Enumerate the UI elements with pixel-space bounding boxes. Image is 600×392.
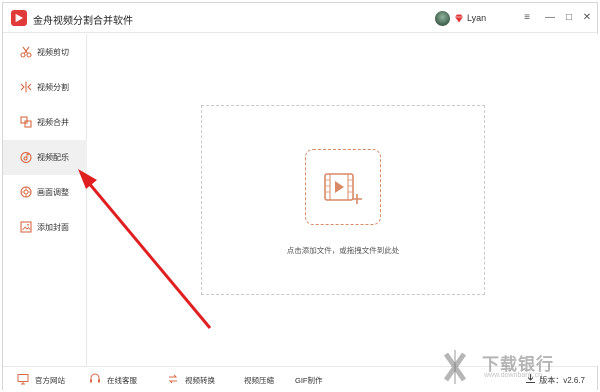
menu-icon[interactable]: ≡ (521, 12, 533, 24)
username[interactable]: Lyan (467, 13, 486, 23)
bottom-item-label: 视频转换 (185, 376, 215, 385)
adjust-icon (20, 186, 32, 198)
title-bar: 金舟视频分割合并软件 Lyan ≡ — □ ✕ (3, 3, 597, 33)
drop-hint-text: 点击添加文件，或拖拽文件到此处 (286, 246, 400, 255)
app-logo-icon (11, 10, 27, 26)
merge-icon (20, 116, 32, 128)
maximize-button[interactable]: □ (563, 12, 575, 24)
bottom-item-label: 在线客服 (107, 376, 137, 385)
sidebar-item-merge[interactable]: 视频合并 (3, 105, 87, 140)
file-drop-zone[interactable]: 点击添加文件，或拖拽文件到此处 (201, 105, 485, 295)
sidebar-item-label: 添加封面 (37, 223, 69, 232)
video-add-icon (324, 173, 362, 204)
add-file-button[interactable] (305, 149, 381, 225)
scissors-icon (20, 46, 32, 58)
convert-icon (168, 374, 178, 384)
bottom-item-label: 视频压缩 (244, 376, 274, 385)
sidebar-item-label: 画面调整 (37, 188, 69, 197)
sidebar-item-split[interactable]: 视频分割 (3, 70, 87, 105)
close-button[interactable]: ✕ (581, 12, 593, 24)
sidebar-item-adjust[interactable]: 画面调整 (3, 175, 87, 210)
bottom-item-label: GIF制作 (295, 376, 323, 385)
image-icon (20, 221, 32, 233)
main-panel: 点击添加文件，或拖拽文件到此处 (88, 34, 598, 366)
bottom-item-label: 官方网站 (35, 376, 65, 385)
user-avatar[interactable] (435, 11, 450, 26)
sidebar: 视频剪切 视频分割 视频合并 视频配乐 画面调整 添加封面 (3, 34, 87, 366)
sidebar-item-label: 视频分割 (37, 83, 69, 92)
sidebar-item-label: 视频配乐 (37, 153, 69, 162)
vip-diamond-icon (455, 14, 463, 23)
music-icon (20, 151, 32, 163)
sidebar-item-label: 视频合并 (37, 118, 69, 127)
sidebar-item-cover[interactable]: 添加封面 (3, 210, 87, 245)
sidebar-item-label: 视频剪切 (37, 48, 69, 57)
app-title: 金舟视频分割合并软件 (33, 16, 133, 27)
monitor-icon (17, 374, 29, 385)
watermark-sub: www.downbank.cn (484, 372, 542, 379)
headset-icon (90, 373, 100, 383)
sidebar-item-music[interactable]: 视频配乐 (3, 140, 87, 175)
app-window: 金舟视频分割合并软件 Lyan ≡ — □ ✕ 视频剪切 视频分割 视频合并 视… (2, 2, 598, 390)
minimize-button[interactable]: — (544, 12, 556, 24)
split-icon (20, 81, 32, 93)
sidebar-item-cut[interactable]: 视频剪切 (3, 35, 87, 70)
